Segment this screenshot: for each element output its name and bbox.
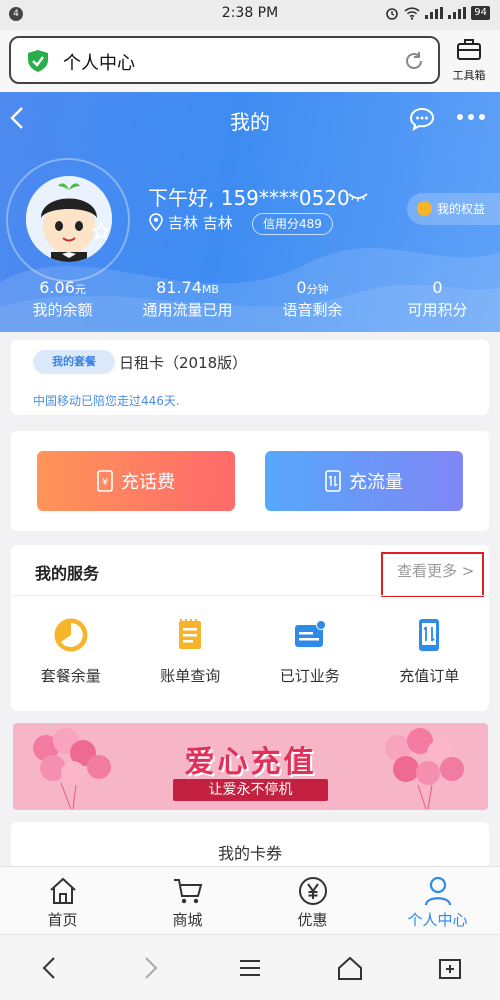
status-bar: 4 2:38 PM 94 xyxy=(0,0,500,30)
message-icon[interactable] xyxy=(409,107,435,131)
yen-coin-icon xyxy=(298,877,327,905)
charity-recharge-banner[interactable]: 爱心充值 让爱永不停机 xyxy=(13,723,488,810)
account-stats: 6.06元 我的余额 81.74MB 通用流量已用 0分钟 语音剩余 0 可用积… xyxy=(0,278,500,320)
stat-balance[interactable]: 6.06元 我的余额 xyxy=(0,278,125,320)
greeting-text: 下午好, 159****0520 xyxy=(148,186,350,210)
secure-shield-icon xyxy=(28,50,48,72)
services-title: 我的服务 xyxy=(35,564,100,583)
toolbox-label: 工具箱 xyxy=(452,69,486,82)
stat-unit: 分钟 xyxy=(306,283,329,296)
recharge-order-icon xyxy=(419,619,440,651)
bottom-tab-bar: 首页 商城 优惠 个人中心 xyxy=(0,866,500,934)
stat-data-used[interactable]: 81.74MB 通用流量已用 xyxy=(125,278,250,320)
tab-personal-center[interactable]: 个人中心 xyxy=(375,867,500,934)
service-label: 已订业务 xyxy=(279,667,340,685)
signal-icon-2 xyxy=(448,7,467,19)
nav-home-icon[interactable] xyxy=(336,954,364,982)
stat-value: 81.74 xyxy=(156,278,202,297)
credit-score-badge[interactable]: 信用分489 xyxy=(252,213,333,235)
stat-points[interactable]: 0 可用积分 xyxy=(375,278,500,320)
tab-home[interactable]: 首页 xyxy=(0,867,125,934)
phone-yen-icon: ¥ xyxy=(97,470,113,492)
package-tenure-note: 中国移动已陪您走过446天. xyxy=(33,394,180,408)
my-rights-button[interactable]: 我的权益 xyxy=(407,193,500,225)
reload-icon[interactable] xyxy=(402,49,426,73)
rights-heart-icon xyxy=(417,201,432,216)
recharge-data-button[interactable]: 充流量 xyxy=(265,451,463,511)
stat-voice-remaining[interactable]: 0分钟 语音剩余 xyxy=(250,278,375,320)
avatar[interactable] xyxy=(26,176,112,262)
service-plan-balance[interactable]: 套餐余量 xyxy=(11,617,131,686)
service-recharge-orders[interactable]: 充值订单 xyxy=(370,617,490,686)
stat-value: 0 xyxy=(432,278,443,297)
recharge-call-label: 充话费 xyxy=(121,472,175,493)
service-bill-query[interactable]: 账单查询 xyxy=(131,617,251,686)
tab-mall[interactable]: 商城 xyxy=(125,867,250,934)
toolbox-button[interactable]: 工具箱 xyxy=(446,36,492,83)
stat-unit: MB xyxy=(201,283,219,296)
star-badge-icon xyxy=(92,222,110,240)
package-name: 日租卡（2018版） xyxy=(119,354,248,372)
status-icons: 94 xyxy=(385,6,490,20)
nav-back-icon[interactable] xyxy=(36,954,64,982)
cart-icon xyxy=(173,879,202,904)
tab-label: 优惠 xyxy=(297,911,328,929)
stat-label: 可用积分 xyxy=(407,301,468,319)
coupons-label: 我的卡券 xyxy=(217,844,282,863)
alarm-icon xyxy=(386,8,399,20)
more-icon[interactable] xyxy=(456,110,486,124)
my-package-card[interactable]: 我的套餐 日租卡（2018版） 中国移动已陪您走过446天. xyxy=(11,340,489,415)
signal-icon xyxy=(425,7,444,19)
location-text: 吉林 吉林 xyxy=(168,214,233,232)
home-icon xyxy=(49,877,76,904)
banner-title: 爱心充值 xyxy=(184,745,317,780)
pie-chart-icon xyxy=(54,618,88,652)
cartoon-avatar-icon xyxy=(26,176,112,262)
recharge-call-button[interactable]: ¥ 充话费 xyxy=(37,451,235,511)
profile-header: 我的 下午好, 159****0520 吉林 吉林 信用分489 我的权益 6.… xyxy=(0,92,500,332)
system-navigation-bar xyxy=(0,934,500,1000)
stat-label: 通用流量已用 xyxy=(142,301,233,319)
person-icon xyxy=(424,876,451,906)
service-subscribed[interactable]: 已订业务 xyxy=(250,617,370,686)
battery-level: 94 xyxy=(471,6,490,20)
divider xyxy=(11,595,489,596)
location-pin-icon xyxy=(149,213,163,231)
highlight-box xyxy=(381,552,484,597)
phone-data-icon xyxy=(325,470,341,492)
address-bar[interactable]: 个人中心 xyxy=(9,36,440,84)
browser-bar: 个人中心 工具箱 xyxy=(0,30,500,92)
recharge-data-label: 充流量 xyxy=(349,472,403,493)
my-rights-label: 我的权益 xyxy=(437,202,486,216)
wifi-icon xyxy=(404,6,420,20)
stat-value: 6.06 xyxy=(39,278,75,297)
tab-label: 首页 xyxy=(47,911,78,929)
tab-label: 个人中心 xyxy=(407,911,468,929)
my-services-card: 我的服务 查看更多 > 套餐余量 账单查询 已订业务 充值订单 xyxy=(11,545,489,711)
stat-label: 语音剩余 xyxy=(282,301,343,319)
hide-number-eye-icon[interactable] xyxy=(348,192,368,202)
service-label: 套餐余量 xyxy=(40,667,101,685)
service-label: 充值订单 xyxy=(399,667,460,685)
services-grid: 套餐余量 账单查询 已订业务 充值订单 xyxy=(11,617,489,686)
page-url-title: 个人中心 xyxy=(63,53,135,74)
tab-offers[interactable]: 优惠 xyxy=(250,867,375,934)
banner-subtitle: 让爱永不停机 xyxy=(173,779,328,801)
stat-label: 我的余额 xyxy=(32,301,93,319)
subscribed-icon xyxy=(294,620,326,647)
svg-text:¥: ¥ xyxy=(102,477,108,488)
stat-unit: 元 xyxy=(74,283,86,296)
tab-label: 商城 xyxy=(172,911,203,929)
tabs-switcher-icon[interactable] xyxy=(436,954,464,982)
toolbox-icon xyxy=(457,39,481,60)
menu-icon[interactable] xyxy=(236,954,264,982)
stat-value: 0 xyxy=(296,278,307,297)
nav-forward-icon[interactable] xyxy=(136,954,164,982)
recharge-card: ¥ 充话费 充流量 xyxy=(11,431,489,531)
bill-icon xyxy=(179,619,202,649)
package-tag: 我的套餐 xyxy=(33,350,115,374)
service-label: 账单查询 xyxy=(160,667,221,685)
